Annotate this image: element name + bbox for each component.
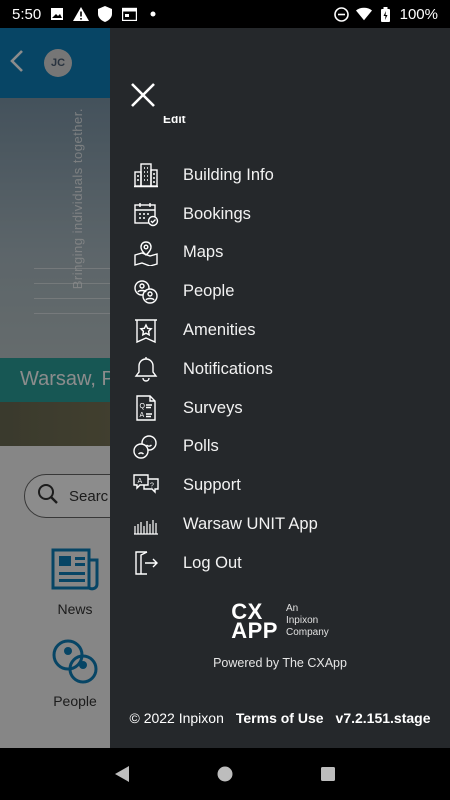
menu-item-polls[interactable]: Polls [110, 428, 450, 467]
bell-icon [132, 355, 160, 383]
tagline-line: An [285, 603, 299, 614]
menu-item-label: Surveys [183, 398, 243, 417]
edit-link[interactable]: Edit [163, 116, 186, 128]
svg-text:A: A [138, 478, 143, 485]
menu-item-bookings[interactable]: Bookings [110, 195, 450, 234]
unit-app-icon [132, 511, 160, 539]
menu-item-label: People [183, 282, 235, 301]
map-pin-icon [132, 239, 160, 267]
nav-recents-button[interactable] [316, 762, 340, 786]
svg-text:A: A [140, 412, 145, 419]
menu-item-label: Maps [183, 243, 224, 262]
menu-item-label: Support [183, 476, 241, 495]
calendar-check-icon [132, 200, 160, 228]
menu-item-label: Polls [183, 437, 219, 456]
close-icon [131, 83, 155, 107]
menu-item-warsaw-unit-app[interactable]: Warsaw UNIT App [110, 505, 450, 544]
menu-item-building-info[interactable]: Building Info [110, 156, 450, 195]
nav-home-button[interactable] [213, 762, 237, 786]
recents-square-icon [321, 767, 336, 781]
system-nav-bar [0, 748, 450, 800]
cxapp-logo: CX APP An Inpixon Company [110, 601, 450, 643]
menu-item-people[interactable]: People [110, 272, 450, 311]
menu-item-maps[interactable]: Maps [110, 234, 450, 273]
menu-item-surveys[interactable]: QA Surveys [110, 389, 450, 428]
close-button[interactable] [128, 80, 158, 110]
home-circle-icon [216, 765, 234, 783]
menu-item-label: Log Out [183, 553, 242, 572]
warning-icon [73, 6, 90, 22]
logo-tagline: An Inpixon Company [286, 603, 329, 639]
navigation-drawer: Edit Building Info Bookings Maps People [110, 28, 450, 748]
svg-text:Q: Q [140, 403, 146, 410]
status-bar: 5:50 100% [0, 0, 450, 28]
shield-icon [97, 6, 113, 22]
tagline-line: Company [285, 627, 329, 638]
menu-item-amenities[interactable]: Amenities [110, 311, 450, 350]
logout-icon [132, 549, 160, 577]
image-icon [49, 6, 65, 22]
back-triangle-icon [114, 766, 129, 782]
battery-percent: 100% [399, 5, 438, 23]
menu-item-label: Notifications [183, 359, 273, 378]
version-text: v7.2.151.stage [335, 710, 431, 726]
menu-item-support[interactable]: A? Support [110, 466, 450, 505]
wifi-icon [355, 6, 372, 22]
do-not-disturb-icon [334, 6, 350, 22]
people-icon [132, 278, 160, 306]
logo-line-2: APP [231, 618, 278, 643]
dot-icon [145, 6, 161, 22]
status-time: 5:50 [12, 5, 42, 23]
building-icon [132, 161, 160, 189]
menu-item-label: Building Info [183, 165, 274, 184]
amenity-star-icon [132, 317, 160, 345]
battery-icon [378, 6, 394, 22]
nav-back-button[interactable] [110, 762, 134, 786]
support-icon: A? [132, 472, 160, 500]
menu-item-label: Bookings [183, 204, 251, 223]
powered-by-text: Powered by The CXApp [213, 656, 347, 670]
drawer-menu: Building Info Bookings Maps People Ameni… [110, 156, 450, 583]
polls-icon [132, 433, 160, 461]
copyright-text: © 2022 Inpixon [129, 710, 224, 726]
terms-of-use-link[interactable]: Terms of Use [236, 710, 324, 726]
cxapp-wordmark: CX APP [231, 601, 278, 643]
brand-block: CX APP An Inpixon Company Powered by The… [110, 601, 450, 671]
menu-item-label: Amenities [183, 321, 256, 340]
drawer-footer: © 2022 Inpixon Terms of Use v7.2.151.sta… [110, 710, 450, 726]
menu-item-notifications[interactable]: Notifications [110, 350, 450, 389]
tagline-line: Inpixon [285, 615, 319, 626]
menu-item-log-out[interactable]: Log Out [110, 544, 450, 583]
calendar-icon [121, 6, 137, 22]
svg-text:?: ? [150, 482, 154, 489]
menu-item-label: Warsaw UNIT App [183, 515, 318, 534]
survey-icon: QA [132, 394, 160, 422]
